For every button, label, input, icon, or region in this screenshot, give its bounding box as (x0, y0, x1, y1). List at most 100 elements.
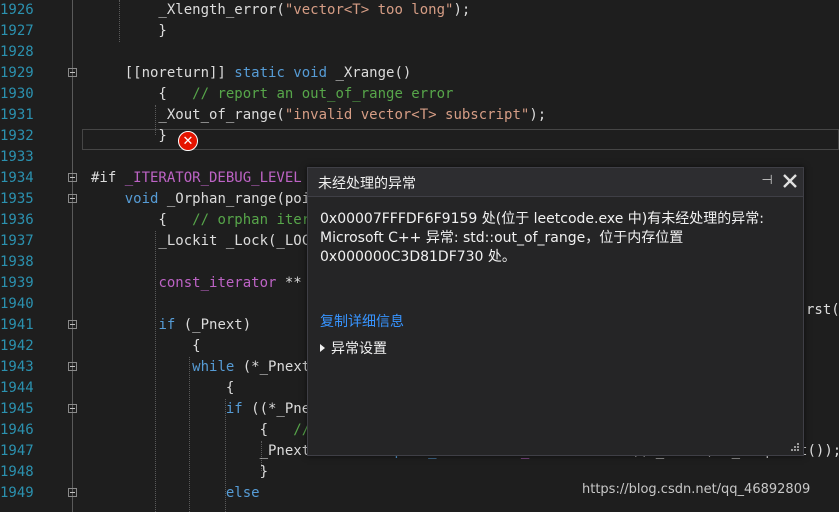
code-token: (_Pnext) (175, 317, 252, 333)
exception-title: 未经处理的异常 (318, 176, 416, 192)
exception-title-bar: 未经处理的异常 ⊣ (308, 168, 803, 197)
line-number: 1944 (0, 380, 34, 396)
code-text: } (91, 21, 167, 42)
code-token: (*_Pnext (234, 359, 311, 375)
code-token: static void (234, 65, 328, 81)
code-token: { (91, 212, 193, 228)
code-token: } (91, 128, 167, 144)
code-line[interactable]: 1933 (0, 147, 839, 168)
code-token: #if (91, 170, 125, 186)
code-line[interactable]: 1927 } (0, 21, 839, 42)
pin-icon[interactable]: ⊣ (758, 172, 776, 190)
code-token: } (91, 464, 269, 480)
line-number: 1929 (0, 65, 34, 81)
code-text: _Lockit _Lock(_LOC (91, 231, 310, 252)
code-text: } (91, 126, 167, 147)
copy-details-link[interactable]: 复制详细信息 (320, 311, 404, 331)
code-text: [[noreturn]] static void _Xrange() (91, 63, 412, 84)
line-number: 1926 (0, 2, 34, 18)
code-token: _Pnext = (91, 443, 336, 459)
code-token: if (225, 401, 243, 417)
code-token: else (225, 485, 260, 501)
line-number: 1937 (0, 233, 34, 249)
code-token: while (192, 359, 235, 375)
line-number: 1936 (0, 212, 34, 228)
code-token: void (124, 191, 159, 207)
code-text: if (_Pnext) (91, 315, 251, 336)
code-fragment-text: rst( (806, 302, 839, 318)
code-token: [[noreturn]] (91, 65, 235, 81)
line-number: 1935 (0, 191, 34, 207)
code-token: _Orphan_range(poi (158, 191, 311, 207)
code-text: { // orphan iter (91, 210, 310, 231)
code-line[interactable]: 1929 [[noreturn]] static void _Xrange() (0, 63, 839, 84)
exception-message-line: Microsoft C++ 异常: std::out_of_range，位于内存… (320, 230, 684, 246)
code-token: ); (453, 2, 471, 18)
fold-toggle-icon[interactable] (68, 173, 77, 182)
code-text: else (91, 483, 260, 504)
exception-message: 0x00007FFFDF6F9159 处(位于 leetcode.exe 中)有… (320, 210, 790, 267)
code-token: } (91, 23, 167, 39)
code-text: { // report an out_of_range error (91, 84, 453, 105)
code-token: { (91, 86, 193, 102)
code-line[interactable]: 1926 _Xlength_error("vector<T> too long"… (0, 0, 839, 21)
code-token: _Xrange() (327, 65, 412, 81)
exception-message-line: 0x000000C3D81DF730 处。 (320, 249, 516, 265)
resize-grip-icon[interactable] (788, 440, 800, 452)
code-token: { (91, 422, 294, 438)
code-editor[interactable]: 1926 _Xlength_error("vector<T> too long"… (0, 0, 839, 512)
line-number: 1930 (0, 86, 34, 102)
error-icon[interactable]: ✕ (178, 131, 198, 151)
line-number: 1943 (0, 359, 34, 375)
fold-toggle-icon[interactable] (68, 194, 77, 203)
code-text: #if _ITERATOR_DEBUG_LEVEL (91, 168, 302, 189)
line-number: 1949 (0, 485, 34, 501)
fold-toggle-icon[interactable] (68, 68, 77, 77)
code-token: if (158, 317, 176, 333)
line-number: 1932 (0, 128, 34, 144)
code-token: _Xlength_error( (91, 2, 285, 18)
line-number: 1938 (0, 254, 34, 270)
line-number: 1934 (0, 170, 34, 186)
line-number: 1928 (0, 44, 34, 60)
code-text: _Xout_of_range("invalid vector<T> subscr… (91, 105, 546, 126)
watermark: https://blog.csdn.net/qq_46892809 (582, 482, 811, 497)
line-number: 1947 (0, 443, 34, 459)
code-text: if ((*_Pne (91, 399, 310, 420)
exception-popup: 未经处理的异常 ⊣ 0x00007FFFDF6F9159 处(位于 leetco… (307, 167, 804, 456)
code-text: _Xlength_error("vector<T> too long"); (91, 0, 470, 21)
line-number: 1946 (0, 422, 34, 438)
fold-toggle-icon[interactable] (68, 404, 77, 413)
code-token: _ITERATOR_DEBUG_LEVEL (124, 170, 302, 186)
close-icon[interactable] (780, 171, 800, 191)
code-token: // report an out_of_range error (192, 86, 454, 102)
code-text: void _Orphan_range(poi (91, 189, 310, 210)
exception-message-line: 0x00007FFFDF6F9159 处(位于 leetcode.exe 中)有… (320, 211, 764, 227)
code-token: ); (529, 107, 547, 123)
code-token: { (91, 338, 201, 354)
fold-toggle-icon[interactable] (68, 488, 77, 497)
code-line[interactable]: 1928 (0, 42, 839, 63)
code-text: { (91, 378, 234, 399)
exception-settings-label: 异常设置 (331, 341, 387, 357)
code-text: } (91, 462, 268, 483)
fold-toggle-icon[interactable] (68, 362, 77, 371)
expand-triangle-icon (320, 344, 325, 352)
fold-toggle-icon[interactable] (68, 320, 77, 329)
line-number: 1948 (0, 464, 34, 480)
code-line[interactable]: 1930 { // report an out_of_range error (0, 84, 839, 105)
code-text: { (91, 336, 201, 357)
code-token: "invalid vector<T> subscript" (284, 107, 530, 123)
line-number: 1931 (0, 107, 34, 123)
code-line[interactable]: 1948 } (0, 462, 839, 483)
line-number: 1933 (0, 149, 34, 165)
code-token: "vector<T> too long" (284, 2, 454, 18)
code-line[interactable]: 1931 _Xout_of_range("invalid vector<T> s… (0, 105, 839, 126)
exception-settings-toggle[interactable]: 异常设置 (320, 338, 387, 358)
code-line[interactable]: 1932 } (0, 126, 839, 147)
